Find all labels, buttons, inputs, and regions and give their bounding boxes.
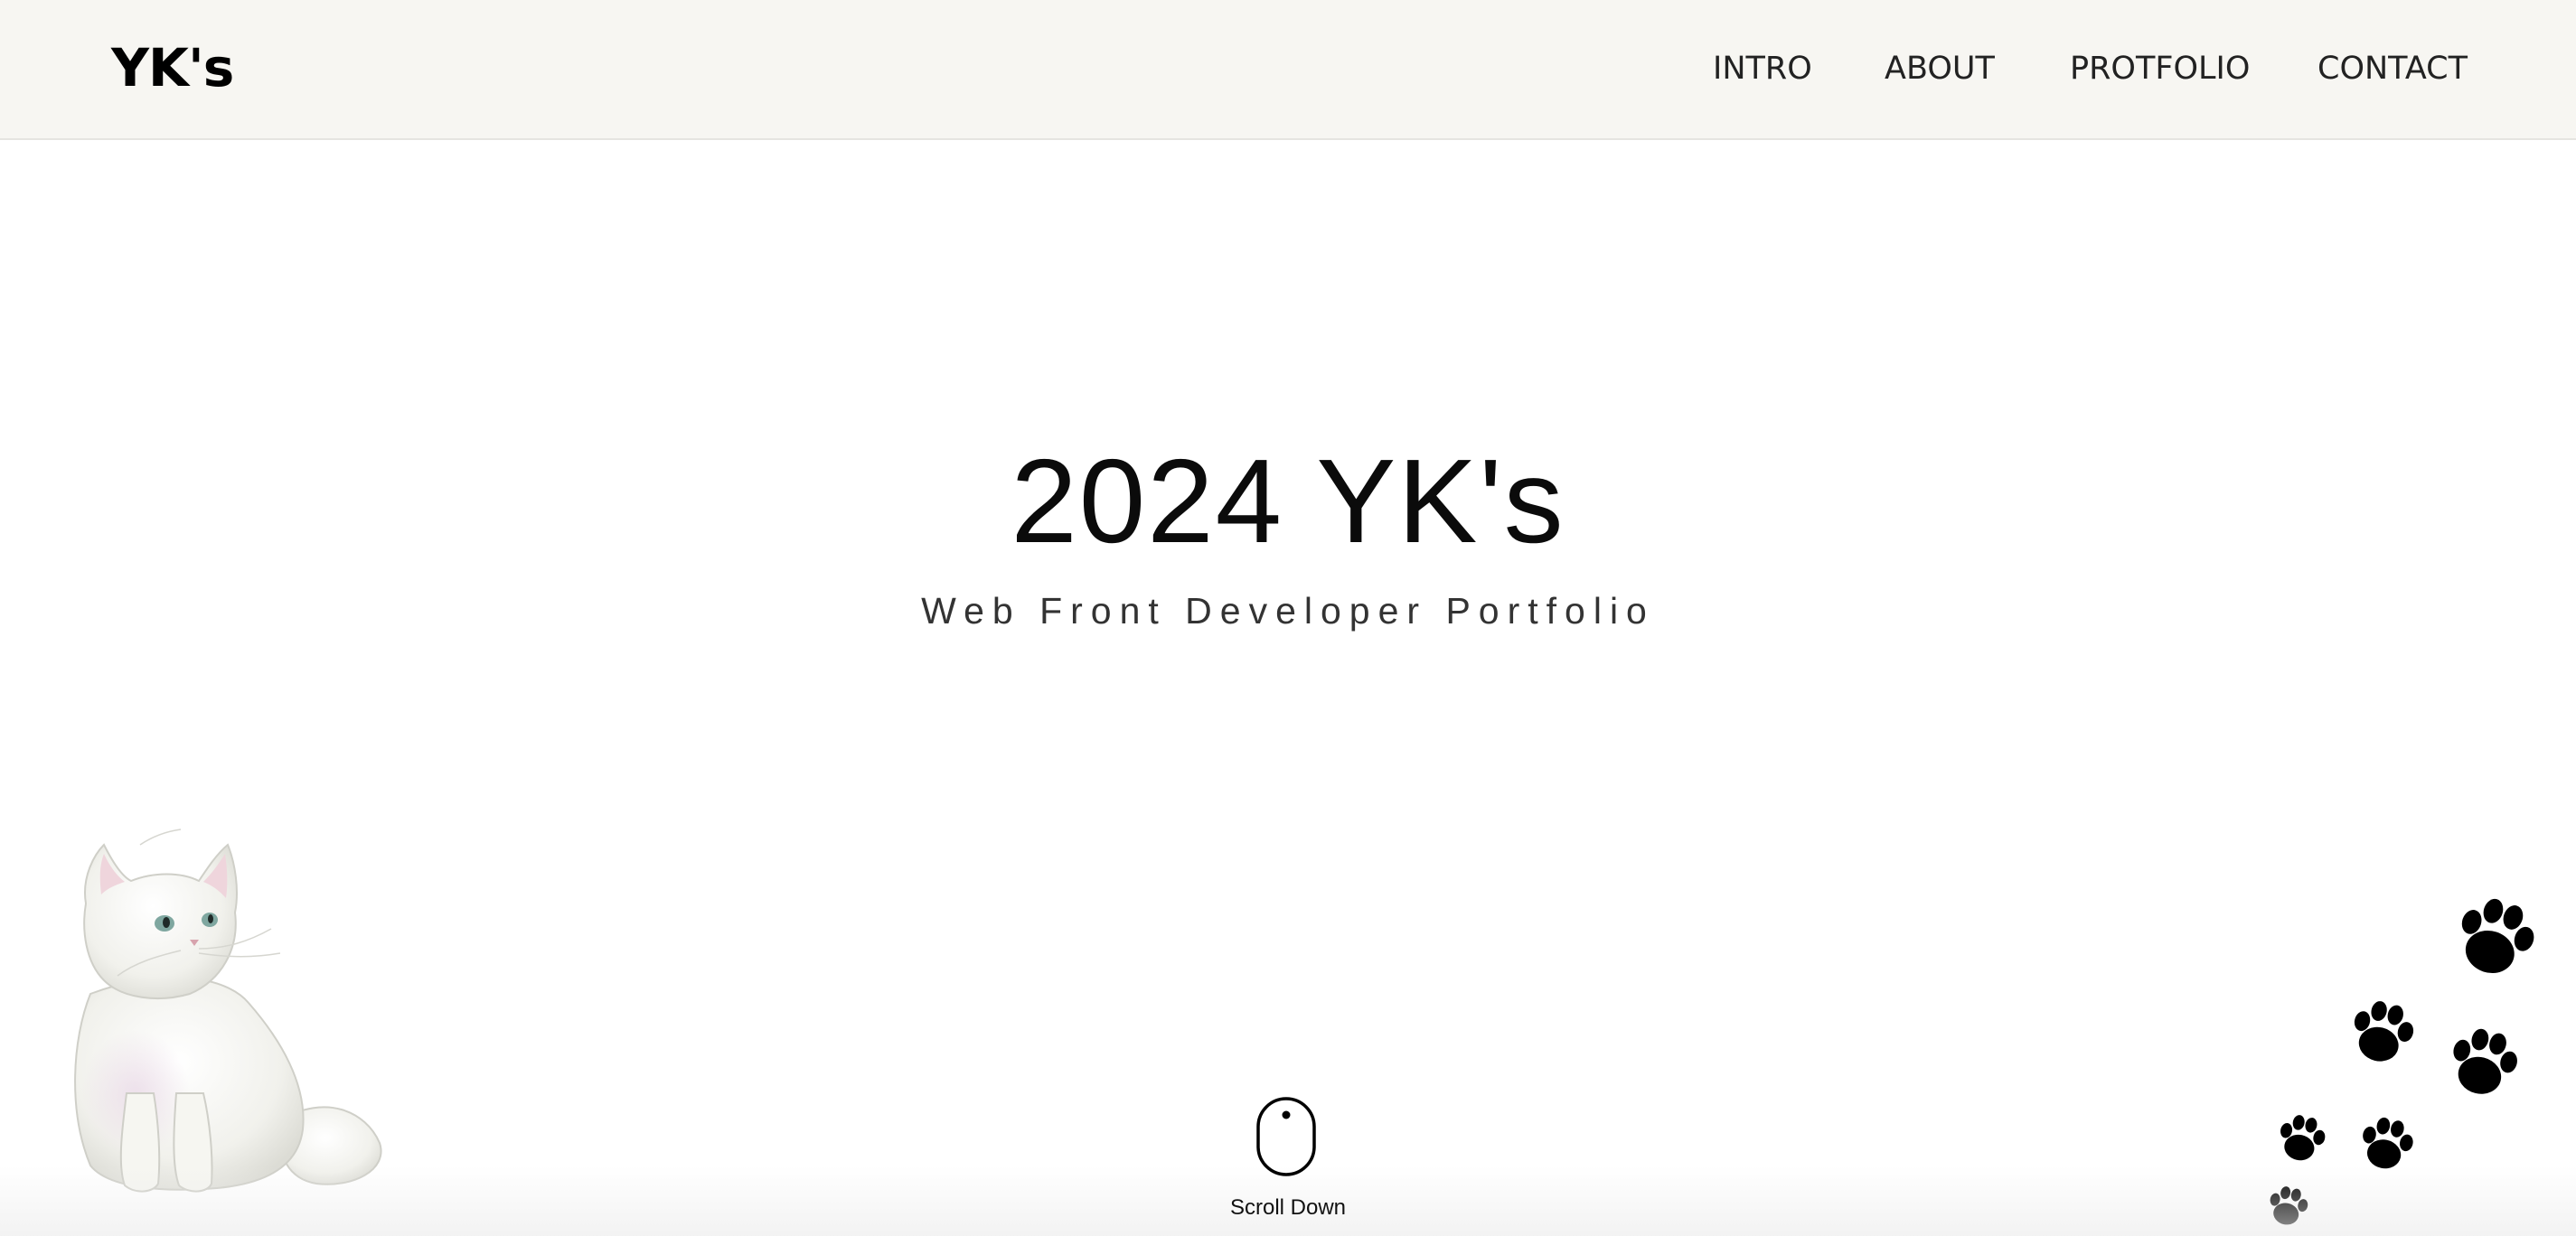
cat-illustration [74, 829, 382, 1193]
paw-print-icon [2461, 898, 2534, 974]
scroll-down-label: Scroll Down [1229, 1195, 1347, 1220]
paw-print-icon [2354, 1001, 2414, 1062]
paw-print-icon [2270, 1186, 2308, 1225]
nav-item-contact[interactable]: CONTACT [2317, 45, 2468, 92]
hero-subtitle: Web Front Developer Portfolio [921, 590, 1655, 632]
mouse-icon [1256, 1097, 1316, 1176]
nav-item-about[interactable]: ABOUT [1885, 45, 1995, 92]
hero-title: 2024 YK's [1011, 435, 1565, 567]
nav-item-intro[interactable]: INTRO [1713, 45, 1812, 92]
paw-print-icon [2280, 1115, 2326, 1161]
paw-print-icon [2363, 1117, 2413, 1169]
scroll-down-button[interactable]: Scroll Down [1198, 1093, 1378, 1229]
paw-print-icon [2453, 1028, 2517, 1094]
site-header: YK's INTRO ABOUT PROTFOLIO CONTACT [0, 0, 2576, 140]
nav-item-portfolio[interactable]: PROTFOLIO [2070, 45, 2250, 92]
page: YK's INTRO ABOUT PROTFOLIO CONTACT 2024 … [0, 0, 2576, 1236]
main-nav: INTRO ABOUT PROTFOLIO CONTACT [0, 0, 2576, 138]
